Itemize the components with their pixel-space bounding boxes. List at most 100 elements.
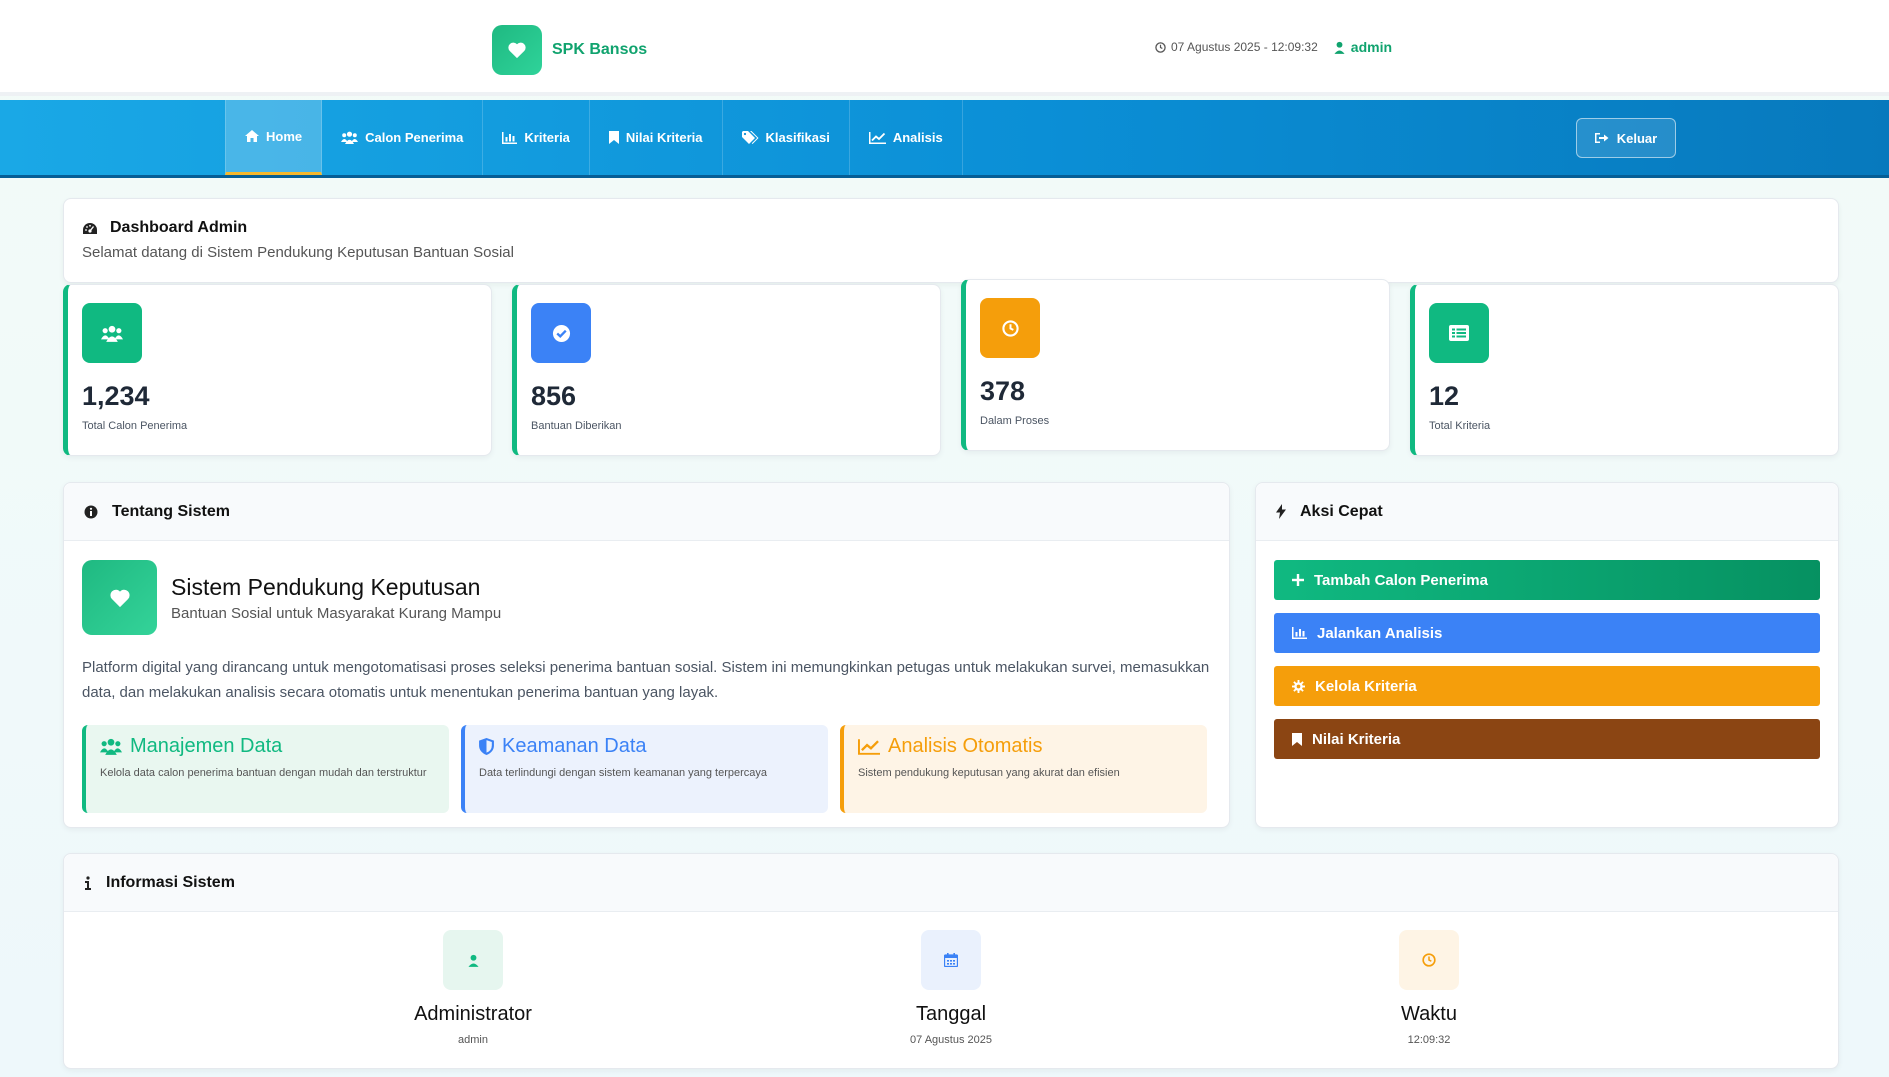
- datetime-text: 07 Agustus 2025 - 12:09:32: [1171, 40, 1318, 54]
- info-value: 12:09:32: [1407, 1034, 1451, 1046]
- user-icon: [443, 930, 503, 990]
- button-label: Jalankan Analisis: [1317, 624, 1443, 642]
- about-tagline: Bantuan Sosial untuk Masyarakat Kurang M…: [171, 604, 502, 622]
- logout-label: Keluar: [1616, 130, 1658, 146]
- panel-title: Aksi Cepat: [1300, 502, 1383, 520]
- tambah-calon-penerima-button[interactable]: Tambah Calon Penerima: [1274, 560, 1820, 600]
- info-circle-icon: [84, 505, 98, 518]
- stat-card-dalam-proses: 378 Dalam Proses: [961, 279, 1390, 451]
- users-icon: [82, 303, 142, 363]
- users-icon: [100, 738, 122, 755]
- username: admin: [1350, 39, 1393, 55]
- nav-label: Kriteria: [524, 130, 570, 145]
- info-icon: [85, 875, 91, 890]
- button-label: Kelola Kriteria: [1315, 677, 1417, 695]
- nav-item-calon-penerima[interactable]: Calon Penerima: [322, 100, 484, 175]
- bar-chart-icon: [1292, 627, 1307, 639]
- gear-icon: [1292, 679, 1305, 693]
- panel-title: Informasi Sistem: [106, 873, 235, 891]
- list-icon: [1429, 303, 1489, 363]
- line-chart-icon: [868, 131, 886, 144]
- brand[interactable]: SPK Bansos: [492, 25, 647, 75]
- system-info-panel: Informasi Sistem Administrator admin Tan…: [63, 853, 1839, 1069]
- info-item-tanggal: Tanggal 07 Agustus 2025: [841, 930, 1061, 1046]
- nav-label: Klasifikasi: [765, 130, 830, 145]
- info-item-waktu: Waktu 12:09:32: [1319, 930, 1539, 1046]
- about-panel: Tentang Sistem Sistem Pendukung Keputusa…: [63, 482, 1230, 828]
- calendar-icon: [921, 930, 981, 990]
- stat-value: 856: [531, 381, 577, 411]
- tags-icon: [741, 131, 759, 144]
- panel-title: Tentang Sistem: [112, 502, 230, 520]
- info-value: 07 Agustus 2025: [910, 1034, 992, 1046]
- button-label: Nilai Kriteria: [1312, 730, 1401, 748]
- stat-value: 378: [980, 376, 1026, 406]
- nav-label: Calon Penerima: [365, 130, 464, 145]
- line-chart-icon: [858, 738, 880, 755]
- home-icon: [245, 130, 259, 142]
- stat-value: 1,234: [82, 381, 150, 411]
- bookmark-icon: [1292, 732, 1302, 746]
- sign-out-icon: [1594, 133, 1609, 143]
- about-description: Platform digital yang dirancang untuk me…: [82, 659, 1210, 701]
- user-menu[interactable]: admin: [1334, 39, 1392, 55]
- stat-card-total-calon: 1,234 Total Calon Penerima: [63, 284, 492, 456]
- bookmark-icon: [608, 131, 619, 144]
- bar-chart-icon: [502, 131, 518, 144]
- stat-label: Total Calon Penerima: [82, 420, 188, 432]
- feature-text: Data terlindungi dengan sistem keamanan …: [479, 767, 768, 779]
- page-subtitle: Selamat datang di Sistem Pendukung Keput…: [82, 244, 514, 261]
- nav-item-nilai-kriteria[interactable]: Nilai Kriteria: [590, 100, 723, 175]
- feature-card-keamanan-data: Keamanan Data Data terlindungi dengan si…: [461, 725, 828, 813]
- kelola-kriteria-button[interactable]: Kelola Kriteria: [1274, 666, 1820, 706]
- feature-text: Kelola data calon penerima bantuan denga…: [100, 767, 427, 779]
- button-label: Tambah Calon Penerima: [1314, 571, 1488, 589]
- user-icon: [1334, 41, 1345, 54]
- nav-item-kriteria[interactable]: Kriteria: [483, 100, 590, 175]
- info-value: admin: [458, 1034, 488, 1046]
- top-header: SPK Bansos 07 Agustus 2025 - 12:09:32 ad…: [0, 0, 1889, 96]
- stat-card-total-kriteria: 12 Total Kriteria: [1410, 284, 1839, 456]
- clock-icon: [980, 298, 1040, 358]
- logout-button[interactable]: Keluar: [1576, 118, 1676, 158]
- nav-label: Nilai Kriteria: [625, 130, 703, 145]
- jalankan-analisis-button[interactable]: Jalankan Analisis: [1274, 613, 1820, 653]
- nav-item-klasifikasi[interactable]: Klasifikasi: [723, 100, 850, 175]
- info-title: Waktu: [1401, 1003, 1457, 1025]
- nilai-kriteria-button[interactable]: Nilai Kriteria: [1274, 719, 1820, 759]
- bolt-icon: [1276, 504, 1286, 519]
- stat-label: Total Kriteria: [1429, 420, 1491, 432]
- info-title: Administrator: [414, 1003, 532, 1025]
- dashboard-icon: [83, 222, 97, 234]
- feature-title: Manajemen Data: [130, 735, 283, 757]
- clock-icon: [1399, 930, 1459, 990]
- nav-label: Analisis: [892, 130, 943, 145]
- info-item-administrator: Administrator admin: [363, 930, 583, 1046]
- nav-item-home[interactable]: Home: [225, 100, 323, 175]
- quick-actions-panel: Aksi Cepat Tambah Calon Penerima Jalanka…: [1255, 482, 1839, 828]
- header-info: 07 Agustus 2025 - 12:09:32 admin: [1155, 39, 1392, 55]
- dashboard-header: Dashboard Admin Selamat datang di Sistem…: [63, 198, 1839, 283]
- nav-label: Home: [266, 128, 303, 144]
- check-circle-icon: [531, 303, 591, 363]
- about-title: Sistem Pendukung Keputusan: [171, 573, 481, 600]
- heart-icon: [82, 560, 157, 635]
- info-title: Tanggal: [915, 1003, 987, 1025]
- nav-item-analisis[interactable]: Analisis: [850, 100, 963, 175]
- feature-title: Analisis Otomatis: [888, 735, 1043, 757]
- shield-icon: [479, 738, 494, 755]
- feature-title: Keamanan Data: [502, 735, 647, 757]
- clock-icon: [1155, 41, 1166, 53]
- plus-icon: [1292, 574, 1304, 586]
- brand-name: SPK Bansos: [552, 41, 648, 58]
- stat-label: Bantuan Diberikan: [531, 420, 622, 432]
- users-icon: [341, 131, 359, 144]
- stat-label: Dalam Proses: [980, 415, 1050, 427]
- feature-text: Sistem pendukung keputusan yang akurat d…: [858, 767, 1120, 779]
- feature-card-analisis-otomatis: Analisis Otomatis Sistem pendukung keput…: [840, 725, 1207, 813]
- datetime-display: 07 Agustus 2025 - 12:09:32: [1155, 40, 1318, 54]
- main-navbar: Home Calon Penerima Kriteria Nilai Krite…: [0, 100, 1889, 178]
- page-title: Dashboard Admin: [110, 219, 248, 236]
- stat-card-bantuan-diberikan: 856 Bantuan Diberikan: [512, 284, 941, 456]
- heart-icon: [492, 25, 542, 75]
